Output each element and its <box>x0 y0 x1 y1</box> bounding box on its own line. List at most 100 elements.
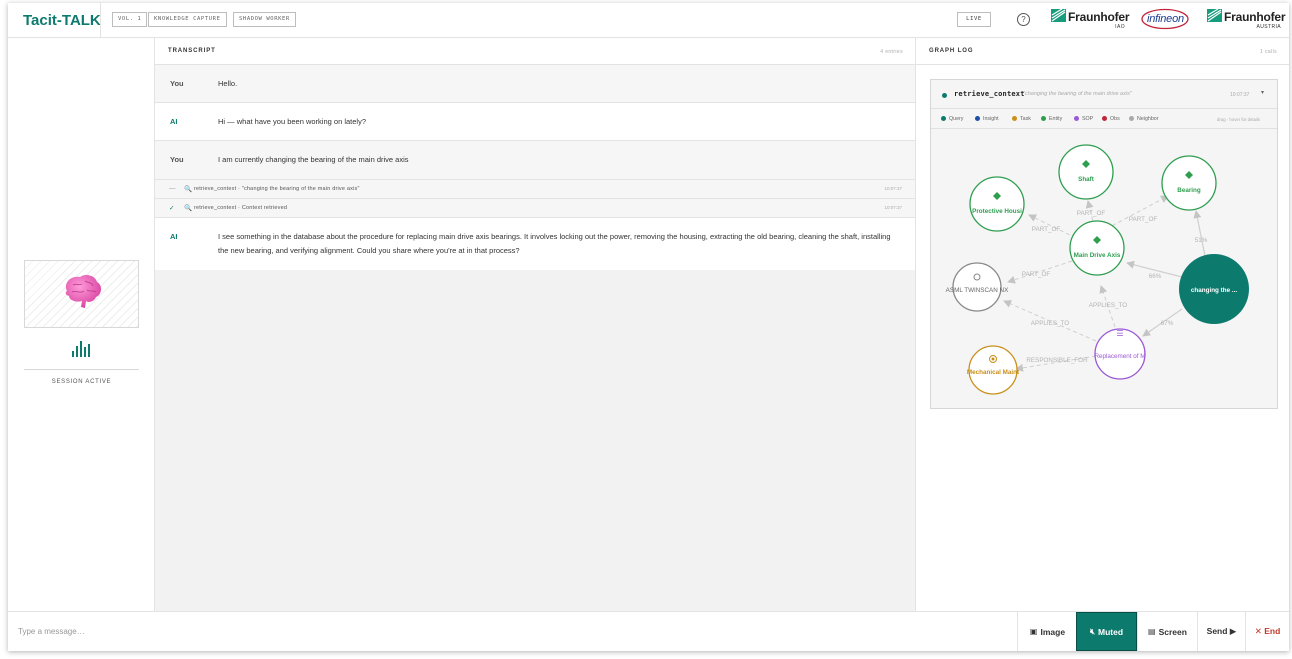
chevron-down-icon[interactable]: ▾ <box>1261 89 1264 96</box>
tool-call-text: retrieve_context · Context retrieved <box>194 205 288 211</box>
session-status: SESSION ACTIVE <box>51 379 112 385</box>
edge-label: 67% <box>1161 320 1174 327</box>
fraunhofer-text: Fraunhofer <box>1068 10 1130 24</box>
legend-label: Neighbor <box>1137 116 1159 122</box>
query-dot-icon <box>942 93 947 98</box>
list-item: You I am currently changing the bearing … <box>155 141 915 180</box>
fraunhofer-text: Fraunhofer <box>1224 10 1286 24</box>
speaker-label: AI <box>170 232 178 241</box>
fraunhofer-iao-logo: Fraunhofer IAO <box>1051 8 1130 34</box>
legend-label: SOP <box>1082 116 1094 122</box>
graph-call-card: retrieve_context "changing the bearing o… <box>930 79 1278 409</box>
fraunhofer-sub: AUSTRIA <box>1256 24 1281 30</box>
header: Tacit-TALK VOL. 1 KNOWLEDGE CAPTURE SHAD… <box>8 3 1289 38</box>
mute-button[interactable]: 🔇︎ Muted <box>1076 612 1137 651</box>
node-bearing[interactable]: Bearing <box>1161 155 1217 211</box>
legend-item-insight: Insight <box>975 116 999 122</box>
legend-item-neighbor: Neighbor <box>1129 116 1159 122</box>
search-icon: 🔍 <box>184 186 193 193</box>
node-label: Shaft <box>1078 176 1095 183</box>
drag-hint: drag · hover for details <box>1217 117 1260 122</box>
screen-share-button[interactable]: ▤ Screen <box>1137 612 1197 651</box>
transcript-empty-area <box>155 270 915 611</box>
message-input[interactable] <box>8 612 1017 651</box>
divider <box>24 369 139 370</box>
app-window: Tacit-TALK VOL. 1 KNOWLEDGE CAPTURE SHAD… <box>8 3 1289 651</box>
node-shaft[interactable]: Shaft <box>1058 144 1114 200</box>
legend-dot-icon <box>941 116 946 121</box>
screen-button-label: Screen <box>1158 626 1187 637</box>
help-circle-icon[interactable]: ? <box>1017 13 1030 26</box>
legend-dot-icon <box>1012 116 1017 121</box>
legend-dot-icon <box>1074 116 1079 121</box>
legend-dot-icon <box>975 116 980 121</box>
legend-label: Insight <box>983 116 999 122</box>
tag-shadow-worker: SHADOW WORKER <box>233 12 296 27</box>
graph-log-panel: GRAPH LOG 1 calls retrieve_context "chan… <box>916 38 1289 611</box>
mute-button-label: Muted <box>1098 626 1124 637</box>
legend-label: Query <box>949 116 964 122</box>
tag-knowledge-capture: KNOWLEDGE CAPTURE <box>148 12 227 27</box>
legend-dot-icon <box>1129 116 1134 121</box>
transcript-count: 4 entries <box>880 49 903 55</box>
legend-item-task: Task <box>1012 116 1031 122</box>
graph-call-time: 10:07:37 <box>1230 92 1250 98</box>
send-button[interactable]: Send ▶ <box>1197 612 1245 651</box>
tool-call-time: 10:07:37 <box>884 205 902 210</box>
transcript-header: TRANSCRIPT 4 entries <box>155 38 915 65</box>
edge-label: PART_OF <box>1129 216 1158 223</box>
graph-call-header[interactable]: retrieve_context "changing the bearing o… <box>931 80 1277 109</box>
check-icon: ✓ <box>169 205 175 212</box>
graph-log-header: GRAPH LOG 1 calls <box>916 38 1289 65</box>
edge-label: PART_OF <box>1032 226 1061 233</box>
pending-marker-icon: — <box>169 185 176 192</box>
node-mechanical-maintenance[interactable]: Mechanical Maint <box>967 345 1020 395</box>
list-item: You Hello. <box>155 65 915 103</box>
input-bar: ▣ Image 🔇︎ Muted ▤ Screen Send ▶ ✕ End <box>8 611 1289 651</box>
legend-dot-icon <box>1041 116 1046 121</box>
message-text: I see something in the database about th… <box>218 232 891 255</box>
graph-legend: Query Insight Task Entity SOP Obs Neighb… <box>931 109 1277 129</box>
graph-log-title: GRAPH LOG <box>929 48 974 54</box>
end-button-label: ✕ End <box>1254 626 1281 636</box>
edge-query-bearing <box>1193 210 1207 262</box>
transcript-panel: TRANSCRIPT 4 entries You Hello. AI Hi — … <box>155 38 916 611</box>
tool-call-text: retrieve_context · "changing the bearing… <box>194 186 360 192</box>
edge-label: APPLIES_TO <box>1089 302 1127 309</box>
knowledge-graph[interactable]: PART_OF PART_OF PART_OF PART_OF APPLIES_… <box>931 129 1277 408</box>
graph-call-tool: retrieve_context <box>954 90 1025 98</box>
transcript-list: You Hello. AI Hi — what have you been wo… <box>155 65 915 271</box>
legend-item-sop: SOP <box>1074 116 1093 122</box>
speaker-label: You <box>170 79 184 88</box>
image-icon: ▣ <box>1029 627 1038 636</box>
infineon-text: infineon <box>1147 13 1184 25</box>
edge-label: PART_OF <box>1077 210 1106 217</box>
search-icon: 🔍 <box>184 205 193 212</box>
legend-label: Obs <box>1110 116 1120 122</box>
message-text: Hello. <box>218 79 238 88</box>
list-item: AI I see something in the database about… <box>155 218 915 271</box>
edge-bearing <box>1105 195 1169 230</box>
legend-item-obs: Obs <box>1102 116 1120 122</box>
legend-label: Entity <box>1049 116 1063 122</box>
node-query[interactable]: changing the ... <box>1179 254 1249 324</box>
node-asml-twinscan[interactable]: ASML TWINSCAN NX <box>946 262 1009 312</box>
legend-item-query: Query <box>941 116 963 122</box>
node-main-drive-axis[interactable]: Main Drive Axis <box>1069 220 1125 276</box>
screen-icon: ▤ <box>1148 627 1156 636</box>
node-replacement-sop[interactable]: ☰ Replacement of M <box>1094 328 1146 380</box>
node-label: Replacement of M <box>1094 353 1145 360</box>
image-button[interactable]: ▣ Image <box>1017 612 1077 651</box>
avatar-panel: SESSION ACTIVE <box>8 38 155 611</box>
node-label: Protective Housi <box>972 208 1022 215</box>
node-label: changing the ... <box>1191 287 1237 294</box>
node-protective-housing[interactable]: Protective Housi <box>969 176 1025 232</box>
end-session-button[interactable]: ✕ End <box>1245 612 1289 651</box>
edge-label: PART_OF <box>1022 271 1051 278</box>
brain-icon <box>65 274 102 308</box>
avatar <box>24 260 139 328</box>
tool-call-time: 10:07:37 <box>884 186 902 191</box>
live-button[interactable]: LIVE <box>957 12 991 27</box>
legend-dot-icon <box>1102 116 1107 121</box>
voice-activity-icon <box>72 341 90 357</box>
